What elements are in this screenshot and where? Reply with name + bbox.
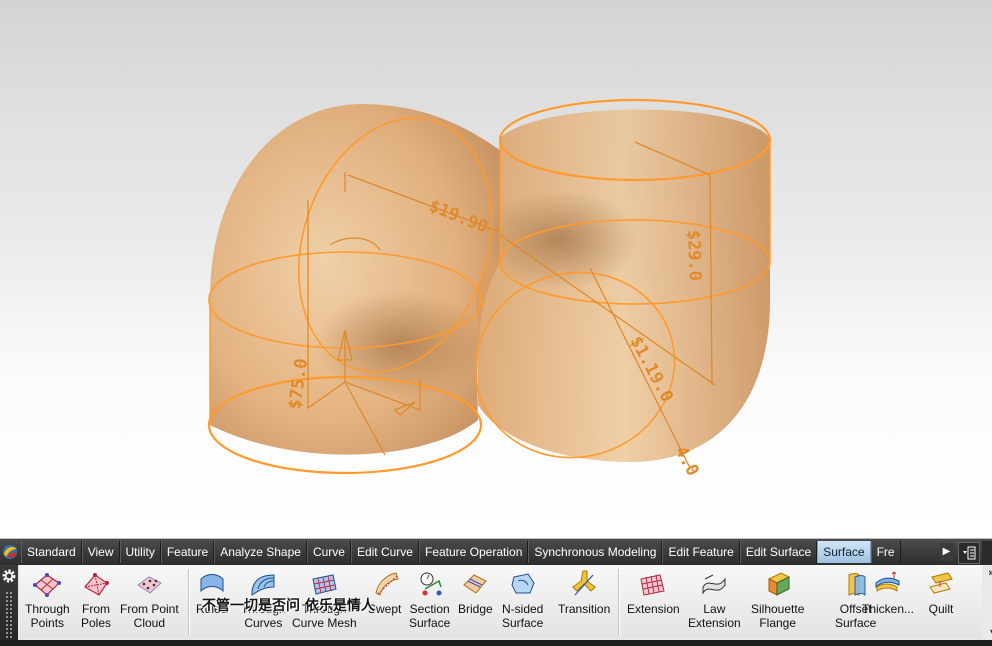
- ribbon-bottom-edge: [0, 640, 992, 646]
- tab-synchronous-modeling[interactable]: Synchronous Modeling: [528, 541, 663, 563]
- tab-utility[interactable]: Utility: [119, 541, 161, 563]
- tab-edit-feature[interactable]: Edit Feature: [662, 541, 740, 563]
- tab-view[interactable]: View: [81, 541, 120, 563]
- bridge-label: Bridge: [458, 602, 493, 616]
- dim-label-3: $29.0: [683, 229, 705, 281]
- extension-icon: [640, 574, 665, 596]
- bridge-button[interactable]: Bridge: [458, 569, 493, 616]
- tab-feature-operation[interactable]: Feature Operation: [418, 541, 529, 563]
- n-sided-surface-icon: [511, 573, 535, 594]
- from-point-cloud-button[interactable]: From Point Cloud: [120, 569, 179, 630]
- n-sided-surface-button[interactable]: N-sided Surface: [502, 569, 543, 630]
- thicken-label: Thicken...: [862, 602, 915, 616]
- silhouette-flange-label: Silhouette Flange: [751, 602, 805, 630]
- overlay-caption: 不管一切是否问 依乐是情人: [202, 598, 375, 614]
- ribbon-bar: Standard View Utility Feature Analyze Sh…: [0, 538, 992, 646]
- ribbon-tabs: Standard View Utility Feature Analyze Sh…: [21, 541, 901, 563]
- ribbon-left-strip: [0, 565, 18, 646]
- transition-button[interactable]: Transition: [558, 569, 610, 616]
- gear-icon[interactable]: [1, 568, 17, 584]
- from-poles-icon: [84, 573, 110, 596]
- through-points-button[interactable]: Through Points: [25, 569, 70, 630]
- law-extension-button[interactable]: Law Extension: [688, 569, 741, 630]
- from-poles-label: From Poles: [81, 602, 112, 630]
- quilt-button[interactable]: Quilt: [926, 569, 956, 616]
- tab-list-menu-icon[interactable]: [958, 542, 980, 564]
- point-cloud-icon: [137, 576, 163, 594]
- law-extension-label: Law Extension: [688, 602, 741, 630]
- tab-feature[interactable]: Feature: [160, 541, 215, 563]
- nx-app-icon[interactable]: [0, 541, 20, 563]
- tab-curve[interactable]: Curve: [306, 541, 351, 563]
- tab-analyze-shape[interactable]: Analyze Shape: [214, 541, 307, 563]
- ribbon-tab-bar: Standard View Utility Feature Analyze Sh…: [0, 539, 992, 565]
- section-surface-icon: [420, 572, 442, 596]
- tab-scroll-right-icon[interactable]: ▶: [940, 543, 953, 561]
- transition-label: Transition: [558, 602, 611, 616]
- through-points-icon: [33, 573, 62, 597]
- tab-surface[interactable]: Surface: [817, 541, 871, 563]
- tab-bar-end: [982, 541, 992, 563]
- quilt-label: Quilt: [928, 602, 954, 616]
- tab-standard[interactable]: Standard: [21, 541, 82, 563]
- section-surface-button[interactable]: Section Surface: [409, 569, 450, 630]
- tab-edit-surface[interactable]: Edit Surface: [739, 541, 818, 563]
- section-surface-label: Section Surface: [409, 602, 451, 630]
- n-sided-surface-label: N-sided Surface: [502, 602, 544, 630]
- more-commands-icon[interactable]: »: [988, 567, 992, 579]
- group-separator: [188, 569, 190, 635]
- right-elbow-surface: [475, 109, 770, 462]
- swept-elbow-model[interactable]: $19.90 $75.0 $29.0 $1.19.0 4.0: [0, 0, 992, 538]
- tab-edit-curve[interactable]: Edit Curve: [350, 541, 419, 563]
- group-separator: [618, 569, 620, 635]
- graphics-window[interactable]: $19.90 $75.0 $29.0 $1.19.0 4.0: [0, 0, 992, 538]
- quilt-icon: [929, 572, 953, 594]
- through-points-label: Through Points: [25, 602, 70, 630]
- surface-command-group: Through Points From Poles From Point Clo…: [20, 565, 992, 639]
- transition-icon: [572, 570, 596, 596]
- tab-freeform[interactable]: Fre: [870, 541, 901, 563]
- extension-button[interactable]: Extension: [627, 569, 680, 616]
- extension-label: Extension: [627, 602, 680, 616]
- from-point-cloud-label: From Point Cloud: [120, 602, 179, 630]
- ribbon-grip-handle[interactable]: [5, 591, 13, 639]
- silhouette-flange-icon: [767, 572, 790, 596]
- from-poles-button[interactable]: From Poles: [81, 569, 111, 630]
- thicken-button[interactable]: Thicken...: [862, 569, 914, 616]
- bridge-icon: [463, 574, 488, 594]
- silhouette-flange-button[interactable]: Silhouette Flange: [751, 569, 804, 630]
- left-elbow-surface: [210, 104, 500, 455]
- law-extension-icon: [702, 574, 726, 595]
- thicken-icon: [875, 571, 900, 592]
